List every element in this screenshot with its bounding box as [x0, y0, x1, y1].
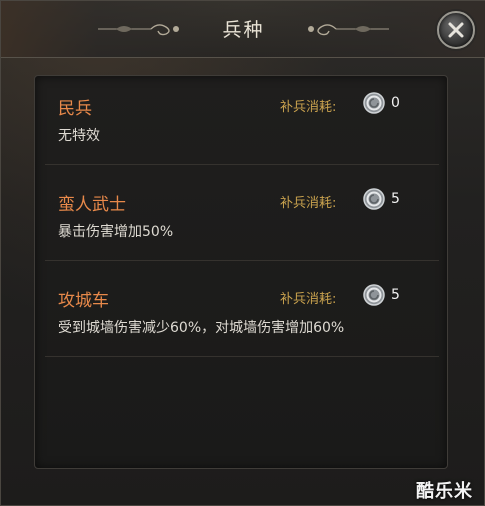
silver-coin-icon	[363, 284, 385, 306]
unit-name: 蛮人武士	[58, 195, 126, 215]
silver-coin-icon	[363, 92, 385, 114]
close-x-icon	[448, 22, 464, 38]
close-button[interactable]	[437, 11, 475, 49]
unit-row-barbarian-warrior: 蛮人武士 暴击伤害增加50% 补兵消耗: 5	[45, 172, 439, 261]
unit-list-panel: 民兵 无特效 补兵消耗: 0 蛮人武士 暴击伤害增加50% 补兵消耗: 5 攻城…	[34, 75, 448, 469]
cost-label: 补兵消耗:	[280, 100, 337, 115]
cost-value: 0	[391, 95, 400, 111]
unit-row-militia: 民兵 无特效 补兵消耗: 0	[45, 76, 439, 165]
dialog-titlebar: 兵种	[1, 1, 485, 58]
unit-effect: 受到城墙伤害减少60%，对城墙伤害增加60%	[58, 320, 345, 336]
unit-effect: 无特效	[58, 128, 100, 144]
unit-effect: 暴击伤害增加50%	[58, 224, 174, 240]
cost-label: 补兵消耗:	[280, 292, 337, 307]
dialog-title: 兵种	[222, 19, 265, 41]
cost-value: 5	[391, 287, 400, 303]
unit-name: 攻城车	[58, 291, 109, 311]
cost-value: 5	[391, 191, 400, 207]
unit-types-dialog: 兵种 民兵 无特效 补兵消耗: 0 蛮人武士 暴击伤害增加50% 补兵消耗: 5…	[0, 0, 485, 506]
silver-coin-icon	[363, 188, 385, 210]
unit-row-siege-engine: 攻城车 受到城墙伤害减少60%，对城墙伤害增加60% 补兵消耗: 5	[45, 268, 439, 357]
unit-name: 民兵	[58, 99, 92, 119]
watermark-text: 酷乐米	[416, 481, 473, 502]
title-ornament-right	[308, 24, 389, 36]
cost-label: 补兵消耗:	[280, 196, 337, 211]
